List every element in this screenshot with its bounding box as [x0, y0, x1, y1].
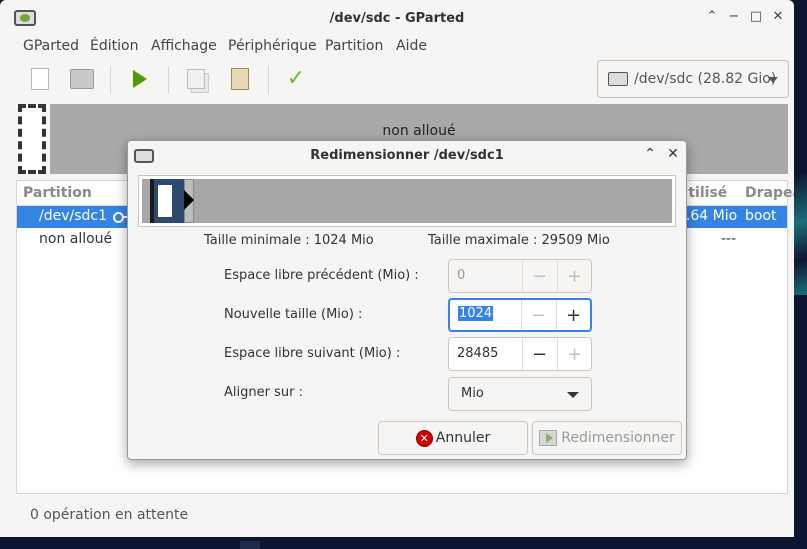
minimize-icon[interactable]: − [726, 9, 742, 24]
cancel-button-label: Annuler [435, 430, 491, 446]
resize-button[interactable]: Redimensionner [532, 421, 682, 455]
free-after-value[interactable]: 28485 [457, 346, 498, 361]
column-partition[interactable]: Partition [23, 185, 92, 201]
toolbar-separator [110, 66, 111, 94]
new-size-label: Nouvelle taille (Mio) : [224, 307, 363, 322]
dialog-title: Redimensionner /dev/sdc1 [310, 148, 504, 163]
check-icon: ✓ [286, 66, 306, 91]
plus-icon: + [557, 260, 591, 292]
close-icon[interactable]: ✕ [770, 9, 786, 24]
free-after-spinner[interactable]: 28485 − + [448, 337, 592, 371]
menu-affichage[interactable]: Affichage [151, 38, 217, 54]
align-label: Aligner sur : [224, 385, 303, 400]
delete-partition-button[interactable] [66, 64, 98, 94]
maximize-icon[interactable]: □ [748, 9, 764, 24]
min-size-label: Taille minimale : 1024 Mio [204, 233, 374, 248]
menu-gparted[interactable]: GParted [23, 38, 79, 54]
menu-edition[interactable]: Édition [90, 38, 138, 54]
key-icon [113, 212, 130, 223]
menu-bar: GParted Édition Affichage Périphérique P… [0, 36, 794, 56]
resize-handle-left[interactable] [150, 179, 154, 223]
column-flags[interactable]: Drapeaux [745, 185, 794, 201]
partition-resize-block[interactable] [150, 179, 184, 223]
new-icon [31, 68, 49, 90]
free-before-spinner: 0 − + [448, 259, 592, 293]
copy-button[interactable] [180, 64, 212, 94]
disk-icon [608, 72, 628, 86]
title-bar: /dev/sdc - GParted ⌃ − □ ✕ [0, 0, 794, 36]
partition-name: /dev/sdc1 [39, 208, 108, 224]
free-before-value: 0 [457, 268, 466, 283]
copy-icon [187, 69, 205, 89]
delete-icon [70, 69, 94, 89]
partition-flags: boot [745, 208, 777, 224]
resize-graphic [138, 175, 676, 227]
new-size-value[interactable]: 1024 [458, 306, 494, 321]
resize-move-button[interactable] [124, 64, 156, 94]
device-label: /dev/sdc (28.82 Gio) [634, 71, 777, 87]
resize-dialog: Redimensionner /dev/sdc1 ⌃ ✕ Taille mini… [127, 140, 687, 460]
device-selector[interactable]: /dev/sdc (28.82 Gio) [597, 60, 789, 98]
chevron-up-icon[interactable]: ⌃ [642, 146, 658, 162]
apply-button[interactable]: ✓ [280, 64, 312, 94]
window-title: /dev/sdc - GParted [329, 11, 465, 26]
partition-name: non alloué [39, 231, 113, 247]
resize-arrow-icon [133, 70, 147, 88]
close-icon[interactable]: ✕ [665, 146, 681, 162]
new-size-spinner[interactable]: 1024 − + [448, 298, 592, 332]
chevron-down-icon [768, 77, 778, 83]
free-before-label: Espace libre précédent (Mio) : [224, 268, 419, 283]
status-bar: 0 opération en attente [30, 507, 189, 523]
unallocated-area [142, 179, 672, 223]
menu-peripherique[interactable]: Périphérique [228, 38, 317, 54]
align-dropdown[interactable]: Mio [448, 377, 592, 411]
plus-icon[interactable]: + [556, 300, 590, 330]
toolbar-separator [168, 66, 169, 94]
resize-icon [539, 430, 558, 446]
menu-partition[interactable]: Partition [325, 38, 383, 54]
paste-button[interactable] [224, 64, 256, 94]
cancel-icon: ✕ [415, 429, 433, 447]
toolbar-separator [268, 66, 269, 94]
minus-icon: − [522, 260, 556, 292]
chevron-up-icon[interactable]: ⌃ [704, 9, 720, 24]
resize-button-label: Redimensionner [561, 430, 675, 446]
max-size-label: Taille maximale : 29509 Mio [428, 233, 610, 248]
unallocated-label: non alloué [382, 123, 456, 139]
partition-used: --- [721, 231, 737, 247]
chevron-down-icon [567, 392, 579, 398]
resize-arrow-icon[interactable] [184, 190, 194, 210]
free-after-label: Espace libre suivant (Mio) : [224, 346, 401, 361]
paste-icon [231, 68, 249, 90]
cancel-button[interactable]: ✕ Annuler [378, 421, 528, 455]
partition-block-sdc1[interactable] [18, 104, 46, 174]
desktop-background-decoration [793, 175, 807, 295]
menu-aide[interactable]: Aide [396, 38, 427, 54]
align-value: Mio [461, 386, 484, 401]
new-partition-button[interactable] [24, 64, 56, 94]
minus-icon: − [521, 300, 555, 330]
desktop-background-decoration [240, 541, 260, 549]
minus-icon[interactable]: − [522, 338, 556, 370]
partition-used-area [158, 185, 172, 217]
plus-icon: + [557, 338, 591, 370]
